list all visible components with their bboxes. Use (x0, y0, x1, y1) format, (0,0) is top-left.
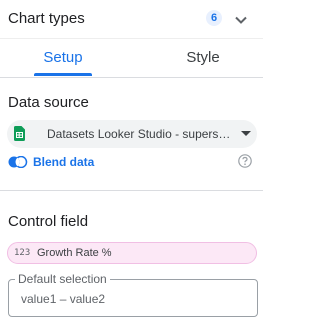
default-selection-label: Default selection (15, 272, 110, 286)
panel-header: Chart types 6 (0, 0, 263, 38)
section-divider (0, 190, 263, 191)
blend-data-label: Blend data (33, 155, 95, 169)
data-source-name: Datasets Looker Studio - superstore (47, 127, 233, 141)
numeric-type-icon: 123 (14, 248, 31, 258)
chart-count-badge: 6 (206, 10, 222, 26)
tab-setup[interactable]: Setup (20, 39, 106, 76)
default-selection-value: value1 – value2 (21, 292, 106, 306)
control-field-title: Control field (8, 213, 89, 230)
blend-icon (8, 156, 28, 168)
help-circle-icon[interactable] (238, 154, 252, 168)
control-field-name: Growth Rate % (37, 247, 112, 259)
chevron-down-icon[interactable] (233, 12, 249, 28)
default-selection-field[interactable]: Default selection value1 – value2 (8, 272, 258, 317)
dropdown-caret-icon (241, 131, 251, 136)
data-source-select[interactable]: Datasets Looker Studio - superstore (7, 120, 257, 148)
blend-data-link[interactable]: Blend data (8, 152, 168, 172)
tab-bar: Setup Style (0, 38, 263, 78)
tab-style[interactable]: Style (160, 39, 246, 76)
active-tab-indicator (34, 73, 92, 76)
panel-title: Chart types (8, 10, 85, 27)
data-source-title: Data source (8, 94, 89, 111)
control-field-chip[interactable]: 123 Growth Rate % (7, 242, 257, 264)
google-sheets-icon (14, 126, 25, 141)
